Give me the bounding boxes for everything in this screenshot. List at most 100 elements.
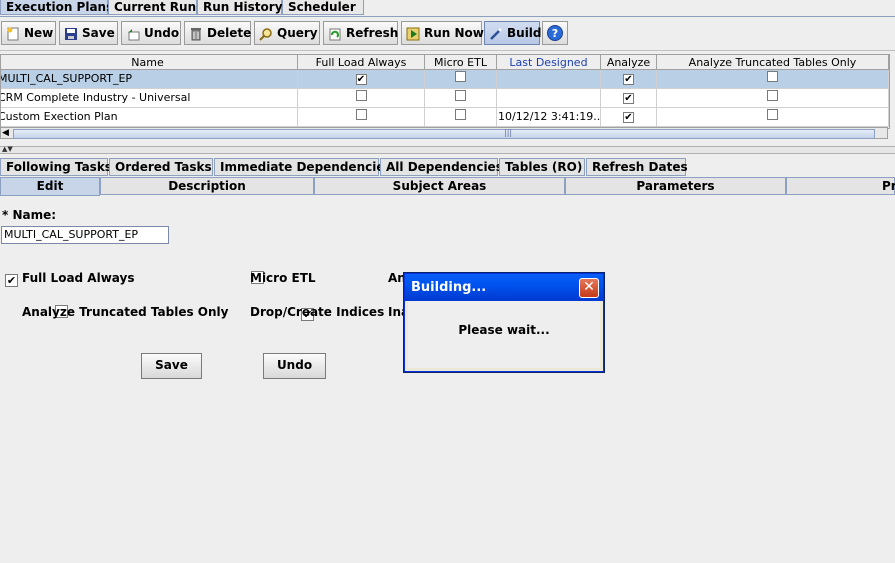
- new-button[interactable]: New: [1, 21, 56, 45]
- analyze-truncated-checkbox[interactable]: [767, 71, 778, 82]
- tab-scheduler[interactable]: Scheduler: [282, 0, 364, 15]
- scroll-left-arrow-icon[interactable]: ◀: [2, 128, 9, 138]
- tab-execution-plans[interactable]: Execution Plans: [0, 0, 113, 15]
- analyze-checkbox[interactable]: ✔: [623, 74, 634, 85]
- help-button[interactable]: ?: [542, 21, 568, 45]
- tab-refresh-dates[interactable]: Refresh Dates: [586, 158, 688, 176]
- building-dialog: Building... ✕ Please wait...: [404, 273, 604, 372]
- tab-following-tasks[interactable]: Following Tasks: [0, 158, 112, 176]
- refresh-button-label: Refresh: [346, 26, 399, 40]
- full-load-always-checkbox[interactable]: ✔: [5, 274, 18, 287]
- wand-icon: [489, 26, 503, 40]
- dialog-body: Please wait...: [408, 301, 600, 368]
- scrollbar-grip: |||: [504, 128, 513, 137]
- analyze-truncated-checkbox[interactable]: [767, 90, 778, 101]
- build-button[interactable]: Build: [484, 21, 542, 45]
- cell-analyze-truncated: [657, 70, 889, 89]
- cell-full-load: [298, 108, 425, 127]
- trash-icon: [189, 26, 203, 41]
- table-horizontal-scrollbar[interactable]: ◀ |||: [0, 127, 888, 139]
- column-header-full-load-always[interactable]: Full Load Always: [298, 55, 425, 70]
- refresh-icon: [328, 26, 342, 41]
- tab-edit[interactable]: Edit: [0, 177, 100, 196]
- analyze-checkbox[interactable]: ✔: [623, 112, 634, 123]
- detail-tab-strip-1: Following Tasks Ordered Tasks Immediate …: [0, 158, 895, 176]
- cell-micro-etl: [425, 89, 497, 108]
- tab-subject-areas[interactable]: Subject Areas: [314, 177, 565, 195]
- cell-full-load: ✔: [298, 70, 425, 89]
- tab-pr-truncated[interactable]: Pr: [786, 177, 895, 195]
- tab-description[interactable]: Description: [100, 177, 314, 195]
- tab-tables-ro[interactable]: Tables (RO): [499, 158, 585, 176]
- undo-button-label: Undo: [144, 26, 180, 40]
- cell-last-designed: [497, 70, 601, 89]
- column-header-analyze-truncated[interactable]: Analyze Truncated Tables Only: [657, 55, 889, 70]
- scrollbar-thumb[interactable]: |||: [13, 128, 875, 139]
- refresh-button[interactable]: Refresh: [323, 21, 398, 45]
- cell-analyze: ✔: [601, 70, 657, 89]
- micro-etl-label: Micro ETL: [250, 271, 316, 285]
- delete-button[interactable]: Delete: [184, 21, 251, 45]
- cell-name: Custom Exection Plan: [1, 108, 298, 127]
- full-load-checkbox[interactable]: ✔: [355, 74, 367, 85]
- dialog-message: Please wait...: [458, 323, 550, 337]
- tab-all-dependencies[interactable]: All Dependencies: [380, 158, 503, 176]
- tab-ordered-tasks[interactable]: Ordered Tasks: [109, 158, 213, 176]
- undo-button[interactable]: Undo: [121, 21, 181, 45]
- column-header-analyze[interactable]: Analyze: [601, 55, 657, 70]
- delete-button-label: Delete: [207, 26, 252, 40]
- tab-parameters[interactable]: Parameters: [565, 177, 786, 195]
- column-header-name[interactable]: Name: [1, 55, 298, 70]
- name-input[interactable]: MULTI_CAL_SUPPORT_EP: [1, 226, 169, 244]
- form-undo-button[interactable]: Undo: [263, 353, 326, 379]
- analyze-truncated-checkbox[interactable]: [767, 109, 778, 120]
- micro-etl-checkbox[interactable]: [455, 109, 466, 120]
- full-load-checkbox[interactable]: [355, 109, 367, 120]
- cell-name: MULTI_CAL_SUPPORT_EP: [1, 70, 298, 89]
- collapse-arrows-icon[interactable]: ▲▼: [2, 145, 13, 153]
- save-button-label: Save: [82, 26, 115, 40]
- full-load-checkbox[interactable]: [355, 90, 367, 101]
- query-button[interactable]: Query: [254, 21, 320, 45]
- split-pane-divider[interactable]: ▲▼: [0, 145, 895, 154]
- top-tab-strip: Execution Plans Current Run Run History …: [0, 0, 895, 17]
- build-button-label: Build: [507, 26, 542, 40]
- run-now-button[interactable]: Run Now: [401, 21, 484, 45]
- full-load-always-label: Full Load Always: [22, 271, 135, 285]
- execution-plans-table: Name Full Load Always Micro ETL Last Des…: [0, 54, 890, 129]
- cell-micro-etl: [425, 108, 497, 127]
- micro-etl-checkbox[interactable]: [455, 90, 466, 101]
- help-icon: ?: [547, 25, 563, 41]
- cell-analyze: ✔: [601, 108, 657, 127]
- micro-etl-checkbox[interactable]: [455, 71, 466, 82]
- dialog-title: Building...: [405, 274, 603, 301]
- cell-analyze-truncated: [657, 108, 889, 127]
- save-button[interactable]: Save: [59, 21, 118, 45]
- detail-tab-strip-2: Edit Description Subject Areas Parameter…: [0, 177, 895, 196]
- analyze-truncated-label: Analyze Truncated Tables Only: [22, 305, 229, 319]
- name-label: * Name:: [2, 208, 57, 222]
- cell-last-designed: [497, 89, 601, 108]
- column-header-micro-etl[interactable]: Micro ETL: [425, 55, 497, 70]
- cell-last-designed: 10/12/12 3:41:19...: [497, 108, 601, 127]
- query-button-label: Query: [277, 26, 318, 40]
- undo-icon: [126, 26, 140, 41]
- floppy-disk-icon: [64, 26, 78, 40]
- new-document-icon: [6, 26, 20, 41]
- new-button-label: New: [24, 26, 54, 40]
- tab-current-run[interactable]: Current Run: [108, 0, 197, 15]
- magnifier-icon: [259, 26, 273, 41]
- cell-analyze-truncated: [657, 89, 889, 108]
- cell-micro-etl: [425, 70, 497, 89]
- toolbar: New Save Undo Delete Query Refresh Run N…: [0, 18, 895, 51]
- form-save-button[interactable]: Save: [141, 353, 202, 379]
- cell-full-load: [298, 89, 425, 108]
- column-header-last-designed[interactable]: Last Designed: [497, 55, 601, 70]
- drop-create-indices-label: Drop/Create Indices: [250, 305, 385, 319]
- analyze-checkbox[interactable]: ✔: [623, 93, 634, 104]
- run-now-button-label: Run Now: [424, 26, 484, 40]
- tab-immediate-dependencies[interactable]: Immediate Dependencies: [214, 158, 392, 176]
- tab-run-history[interactable]: Run History: [197, 0, 283, 15]
- play-icon: [406, 26, 420, 41]
- close-icon[interactable]: ✕: [579, 278, 599, 298]
